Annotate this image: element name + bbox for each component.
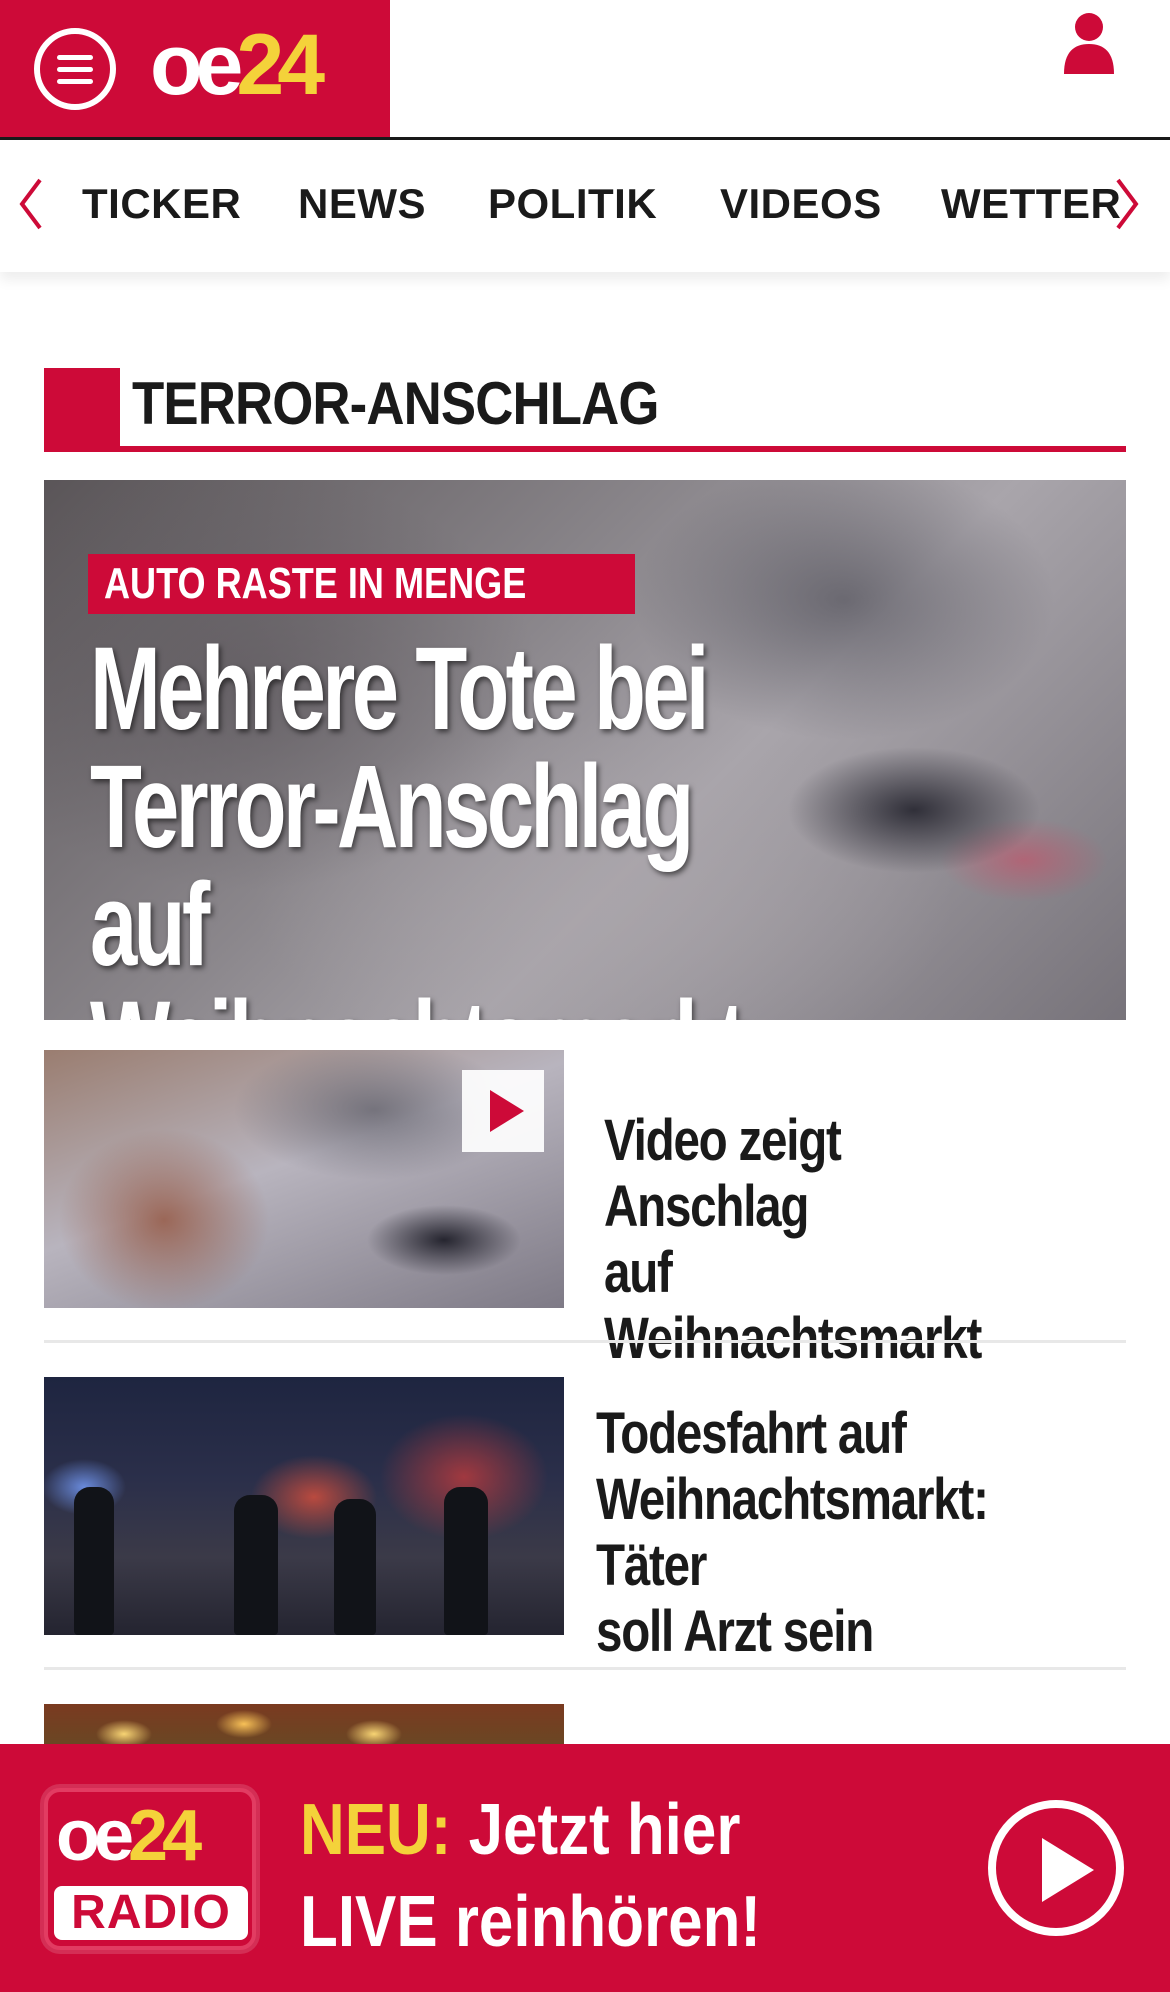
- category-nav: TICKER NEWS POLITIK VIDEOS WETTER: [0, 140, 1170, 272]
- chevron-right-icon[interactable]: [1112, 176, 1142, 232]
- logo-text-24: 24: [236, 17, 325, 113]
- article-title: Todesfahrt auf Weihnachtsmarkt: Täter so…: [596, 1401, 989, 1664]
- section-title: TERROR-ANSCHLAG: [132, 370, 659, 437]
- article-divider: [44, 1667, 1126, 1670]
- user-account-icon[interactable]: [1062, 12, 1116, 74]
- article-divider: [44, 1340, 1126, 1343]
- nav-item-politik[interactable]: POLITIK: [488, 178, 657, 230]
- oe24-radio-logo: oe24 RADIO: [44, 1788, 256, 1950]
- play-icon[interactable]: [988, 1800, 1124, 1936]
- section-accent-block: [44, 368, 120, 452]
- hero-headline-line-3: auf Weihnachtsmarkt: [90, 859, 746, 1020]
- radio-highlight: NEU:: [300, 1790, 452, 1870]
- hero-article[interactable]: AUTO RASTE IN MENGE Mehrere Tote bei Ter…: [44, 480, 1126, 1020]
- article-teaser[interactable]: Todesfahrt auf Weihnachtsmarkt: Täter so…: [44, 1377, 1126, 1664]
- article-title: Video zeigt Anschlag auf Weihnachtsmarkt: [604, 1108, 982, 1371]
- brand-block: oe24: [0, 0, 390, 137]
- radio-logo-label: RADIO: [54, 1886, 248, 1940]
- chevron-left-icon[interactable]: [16, 176, 46, 232]
- article-thumbnail: [44, 1377, 564, 1635]
- hamburger-menu-icon[interactable]: [34, 28, 116, 110]
- video-play-icon: [462, 1070, 544, 1152]
- nav-item-news[interactable]: NEWS: [298, 178, 426, 230]
- nav-item-ticker[interactable]: TICKER: [82, 178, 241, 230]
- article-teaser[interactable]: Video zeigt Anschlag auf Weihnachtsmarkt: [44, 1050, 1126, 1371]
- hero-headline-line-2: Terror-Anschlag: [90, 741, 694, 873]
- radio-promo-text: NEU: Jetzt hier LIVE reinhören!: [300, 1790, 762, 1962]
- nav-item-wetter[interactable]: WETTER: [941, 178, 1121, 230]
- site-header: oe24: [0, 0, 1170, 140]
- radio-banner[interactable]: oe24 RADIO NEU: Jetzt hier LIVE reinhöre…: [0, 1744, 1170, 1992]
- section-header: TERROR-ANSCHLAG: [44, 368, 1126, 456]
- logo-text-oe: oe: [150, 17, 243, 113]
- hero-headline-line-1: Mehrere Tote bei: [90, 623, 710, 755]
- hero-headline: Mehrere Tote bei Terror-Anschlag auf Wei…: [90, 623, 746, 1020]
- article-thumbnail: [44, 1050, 564, 1308]
- section-underline: [44, 446, 1126, 452]
- hero-kicker: AUTO RASTE IN MENGE: [88, 554, 636, 614]
- nav-item-videos[interactable]: VIDEOS: [720, 178, 882, 230]
- oe24-logo[interactable]: oe24: [150, 17, 325, 113]
